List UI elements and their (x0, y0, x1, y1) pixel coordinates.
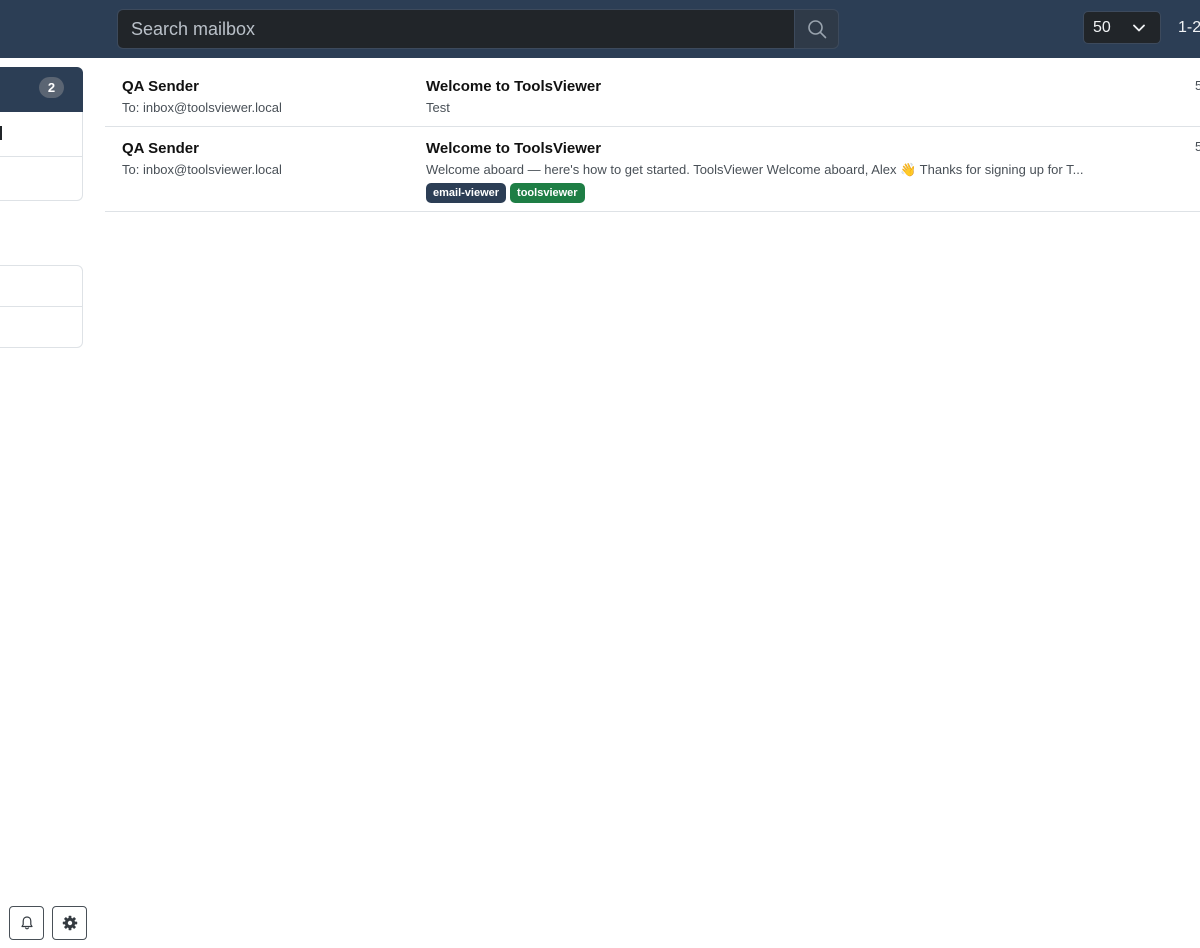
top-bar: 50 1-2 (0, 0, 1200, 58)
message-tags: email-viewer toolsviewer (426, 183, 585, 203)
sidebar-divider (0, 156, 82, 157)
page-size-select[interactable]: 50 (1083, 11, 1161, 44)
search-group (117, 9, 839, 49)
message-row[interactable]: QA Sender To: inbox@toolsviewer.local We… (105, 66, 1200, 127)
page-size-value: 50 (1093, 18, 1111, 36)
inbox-count-badge: 2 (39, 77, 64, 98)
message-preview: Test (426, 100, 450, 115)
message-list: QA Sender To: inbox@toolsviewer.local We… (105, 66, 1200, 212)
search-button[interactable] (794, 9, 839, 49)
tag-email-viewer[interactable]: email-viewer (426, 183, 507, 203)
notifications-button[interactable] (9, 906, 44, 940)
message-recipient: To: inbox@toolsviewer.local (122, 162, 282, 177)
message-row[interactable]: QA Sender To: inbox@toolsviewer.local We… (105, 127, 1200, 212)
message-time: 5 (1195, 139, 1200, 154)
gear-icon (62, 915, 77, 931)
sidebar-item-marker (0, 126, 2, 140)
pagination-range: 1-2 (1178, 19, 1200, 36)
message-subject: Welcome to ToolsViewer (426, 140, 602, 157)
sidebar-folder-group (0, 112, 83, 201)
message-recipient: To: inbox@toolsviewer.local (122, 100, 282, 115)
message-preview: Welcome aboard — here's how to get start… (426, 162, 1084, 177)
message-subject: Welcome to ToolsViewer (426, 78, 602, 95)
sidebar-tag-group (0, 265, 83, 348)
chevron-down-icon (1133, 24, 1145, 32)
message-sender: QA Sender (122, 140, 199, 157)
settings-button[interactable] (52, 906, 87, 940)
message-time: 5 (1195, 78, 1200, 93)
tag-toolsviewer[interactable]: toolsviewer (510, 183, 585, 203)
message-sender: QA Sender (122, 78, 199, 95)
search-input[interactable] (117, 9, 794, 49)
bell-icon (20, 916, 33, 930)
search-icon (807, 20, 826, 39)
sidebar-divider (0, 306, 82, 307)
